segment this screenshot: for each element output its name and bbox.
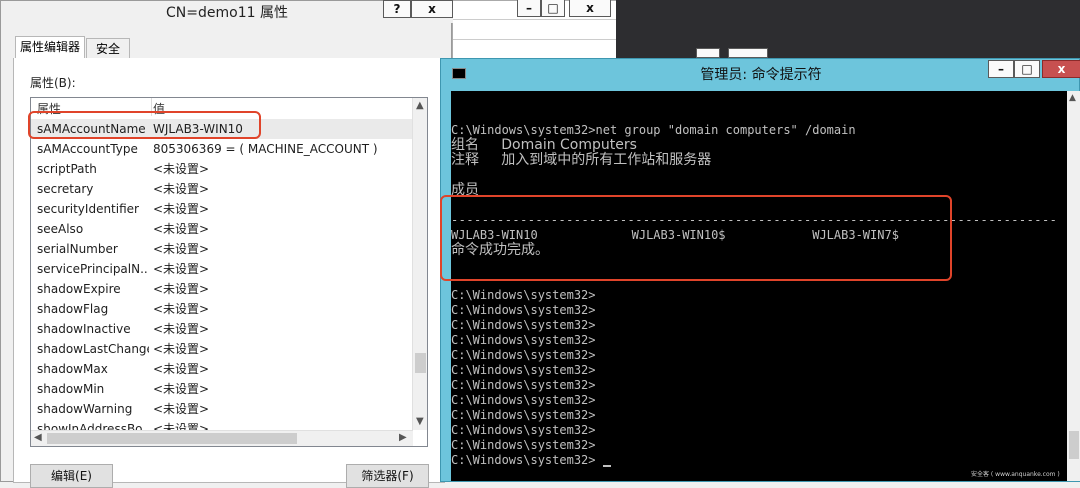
close-button[interactable]: x [569, 0, 611, 17]
console-line: C:\Windows\system32> [451, 318, 596, 332]
table-row[interactable]: shadowFlag <未设置> [31, 299, 413, 319]
console-line: 注释 加入到域中的所有工作站和服务器 [451, 152, 712, 168]
console-line: C:\Windows\system32> [451, 363, 596, 377]
table-row[interactable]: shadowMin <未设置> [31, 379, 413, 399]
close-button[interactable]: x [411, 0, 453, 18]
console-line: C:\Windows\system32> [451, 393, 596, 407]
background-window: – □ x [452, 0, 618, 62]
maximize-button[interactable]: □ [541, 0, 565, 17]
scroll-up-icon[interactable]: ▲ [1069, 93, 1076, 103]
maximize-button[interactable]: □ [1014, 60, 1040, 78]
table-row[interactable]: shadowWarning <未设置> [31, 399, 413, 419]
table-row[interactable]: seeAlso <未设置> [31, 219, 413, 239]
window-title: 管理员: 命令提示符 [700, 67, 822, 83]
divider [453, 39, 618, 40]
command-prompt-window: 管理员: 命令提示符 – □ x C:\Windows\system32>net… [440, 58, 1080, 482]
table-row[interactable]: sAMAccountType 805306369 = ( MACHINE_ACCO… [31, 139, 413, 159]
tab-security[interactable]: 安全 [86, 38, 130, 60]
help-button[interactable]: ? [383, 0, 411, 18]
horizontal-scrollbar[interactable]: ◀ ▶ [31, 430, 413, 446]
table-row[interactable]: servicePrincipalN... <未设置> [31, 259, 413, 279]
minimize-button[interactable]: – [517, 0, 541, 17]
highlight-box [440, 195, 952, 281]
table-row[interactable]: shadowExpire <未设置> [31, 279, 413, 299]
maximize-button[interactable] [696, 48, 720, 58]
close-button[interactable] [728, 48, 768, 58]
scroll-thumb[interactable] [47, 433, 297, 444]
vertical-scrollbar[interactable]: ▲ ▼ [412, 98, 427, 430]
table-row[interactable]: shadowLastChange <未设置> [31, 339, 413, 359]
console-line: C:\Windows\system32> [451, 378, 596, 392]
scroll-right-icon[interactable]: ▶ [399, 432, 407, 443]
close-button[interactable]: x [1042, 60, 1080, 78]
minimize-button[interactable]: – [988, 60, 1014, 78]
scroll-left-icon[interactable]: ◀ [34, 432, 42, 443]
background-dark-window [616, 0, 1080, 58]
console-line: C:\Windows\system32> [451, 453, 596, 467]
console-line: C:\Windows\system32> [451, 408, 596, 422]
console-line: C:\Windows\system32> [451, 288, 596, 302]
console-line: C:\Windows\system32> [451, 333, 596, 347]
table-row[interactable]: shadowMax <未设置> [31, 359, 413, 379]
console-line: C:\Windows\system32> [451, 303, 596, 317]
table-row[interactable]: shadowInactive <未设置> [31, 319, 413, 339]
cursor [603, 465, 611, 467]
table-row[interactable]: showInAddressBo... <未设置> [31, 419, 413, 430]
console-line: 组名 Domain Computers [451, 137, 637, 153]
table-row[interactable]: scriptPath <未设置> [31, 159, 413, 179]
console-line: C:\Windows\system32> [451, 348, 596, 362]
attributes-label: 属性(B): [30, 76, 76, 90]
scroll-up-icon[interactable]: ▲ [416, 100, 424, 111]
attribute-list: 属性 值 sAMAccountName WJLAB3-WIN10 sAMAccou… [30, 97, 428, 447]
console-output[interactable]: C:\Windows\system32>net group "domain co… [451, 91, 1067, 481]
table-row[interactable]: serialNumber <未设置> [31, 239, 413, 259]
console-line: C:\Windows\system32>net group "domain co… [451, 123, 856, 137]
divider [453, 19, 618, 20]
table-row[interactable]: securityIdentifier <未设置> [31, 199, 413, 219]
watermark: 安全客 ( www.anquanke.com ) [971, 471, 1060, 478]
table-row[interactable]: secretary <未设置> [31, 179, 413, 199]
vertical-scrollbar[interactable]: ▲ [1067, 91, 1080, 481]
properties-dialog: CN=demo11 属性 ? x 属性编辑器 安全 属性(B): 属性 值 sA… [0, 0, 453, 488]
scroll-thumb[interactable] [415, 353, 426, 373]
filter-button[interactable]: 筛选器(F) [346, 464, 429, 488]
highlight-box [28, 111, 261, 139]
edit-button[interactable]: 编辑(E) [30, 464, 113, 488]
scroll-down-icon[interactable]: ▼ [416, 416, 424, 427]
console-line: C:\Windows\system32> [451, 423, 596, 437]
console-line: C:\Windows\system32> [451, 438, 596, 452]
scroll-thumb[interactable] [1069, 431, 1079, 459]
tab-attribute-editor[interactable]: 属性编辑器 [15, 36, 85, 59]
